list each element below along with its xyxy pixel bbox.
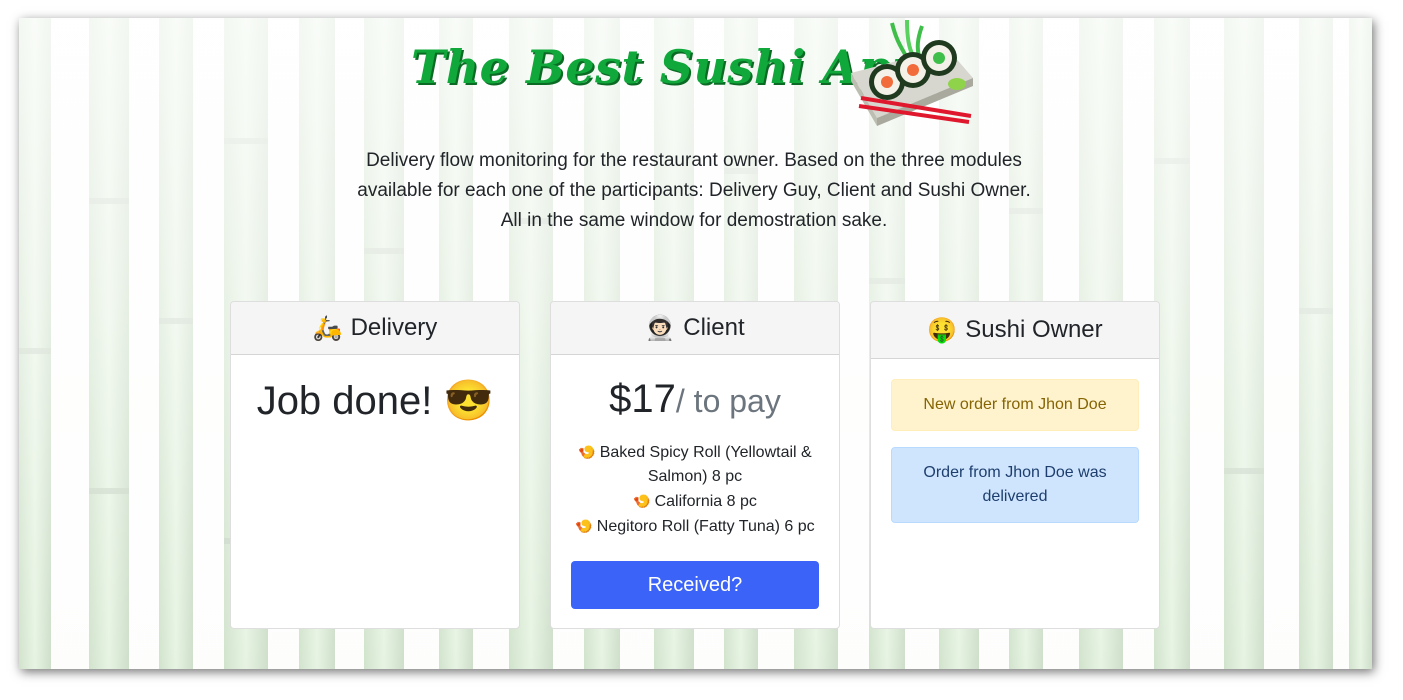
intro-description: Delivery flow monitoring for the restaur… [357,150,1031,231]
price-suffix: / to pay [675,383,781,419]
price-display: $17/ to pay [551,377,839,422]
list-item: 🍤 Negitoro Roll (Fatty Tuna) 6 pc [575,518,815,535]
delivery-card-header: 🛵 Delivery [231,302,519,355]
scooter-icon: 🛵 [312,314,343,342]
owner-card-header: 🤑 Sushi Owner [871,302,1159,359]
list-item: 🍤 Baked Spicy Roll (Yellowtail & Salmon) … [578,444,812,485]
owner-card-title: Sushi Owner [965,316,1103,343]
app-window: The Best Sushi App Delivery flow monitor… [19,18,1372,669]
delivery-card-title: Delivery [350,314,438,341]
delivery-status: Job done! 😎 [256,379,494,423]
client-card: 👨🏻‍🚀 Client $17/ to pay 🍤 Baked Spicy Rol… [550,301,840,629]
shrimp-icon: 🍤 [578,444,596,460]
shrimp-icon: 🍤 [633,493,651,509]
order-items-list: 🍤 Baked Spicy Roll (Yellowtail & Salmon) … [551,440,839,539]
received-button[interactable]: Received? [571,561,819,609]
page-header: The Best Sushi App [19,18,1372,138]
order-delivered-alert: Order from Jhon Doe was delivered [891,447,1139,523]
new-order-alert: New order from Jhon Doe [891,379,1139,431]
money-mouth-face-icon: 🤑 [927,316,958,344]
owner-card: 🤑 Sushi Owner New order from Jhon Doe Or… [870,301,1160,629]
client-card-title: Client [683,314,745,341]
price-amount: $17 [609,377,676,421]
client-card-header: 👨🏻‍🚀 Client [551,302,839,355]
sushi-roll-icon [851,19,973,126]
delivery-card: 🛵 Delivery Job done! 😎 [230,301,520,629]
list-item: 🍤 California 8 pc [633,493,757,510]
shrimp-icon: 🍤 [575,518,593,534]
astronaut-icon: 👨🏻‍🚀 [645,314,676,342]
